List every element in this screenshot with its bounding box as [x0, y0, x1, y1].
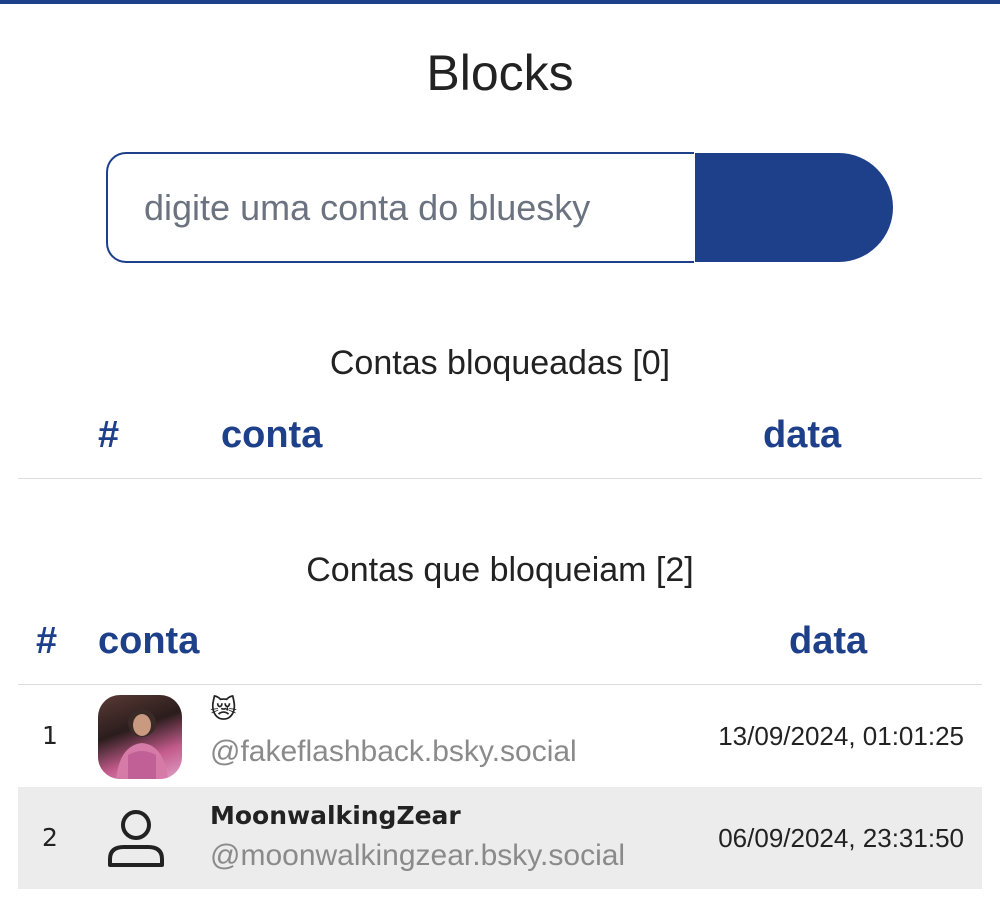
blocking-header-num: #: [36, 620, 58, 662]
top-accent-bar: [0, 0, 1000, 4]
page-title: Blocks: [426, 45, 574, 101]
search-button[interactable]: [695, 153, 893, 262]
user-icon[interactable]: [104, 805, 168, 869]
table-row[interactable]: 1 😿 @fakeflashback.bsky.social 13/09/202…: [18, 685, 982, 787]
blocked-section-title: Contas bloqueadas [0]: [329, 344, 671, 382]
row-number: 1: [42, 721, 58, 750]
blocked-header-num: #: [98, 414, 120, 456]
blocking-section-title: Contas que bloqueiam [2]: [306, 551, 694, 589]
blocked-header-account: conta: [221, 414, 323, 456]
account-handle[interactable]: @moonwalkingzear.bsky.social: [210, 839, 625, 873]
block-date: 06/09/2024, 23:31:50: [718, 823, 964, 853]
display-name: MoonwalkingZear: [210, 801, 461, 830]
display-name: 😿: [210, 695, 238, 725]
block-date: 13/09/2024, 01:01:25: [718, 721, 964, 751]
avatar[interactable]: [98, 695, 182, 779]
table-row[interactable]: 2 MoonwalkingZear @moonwalkingzear.bsky.…: [18, 787, 982, 889]
blocked-header-divider: [18, 478, 982, 479]
blocking-header-account: conta: [98, 620, 200, 662]
blocking-header-date: data: [789, 620, 868, 662]
blocked-header-date: data: [763, 414, 842, 456]
account-handle[interactable]: @fakeflashback.bsky.social: [210, 735, 577, 769]
search-input[interactable]: [106, 152, 694, 263]
row-number: 2: [42, 823, 58, 852]
